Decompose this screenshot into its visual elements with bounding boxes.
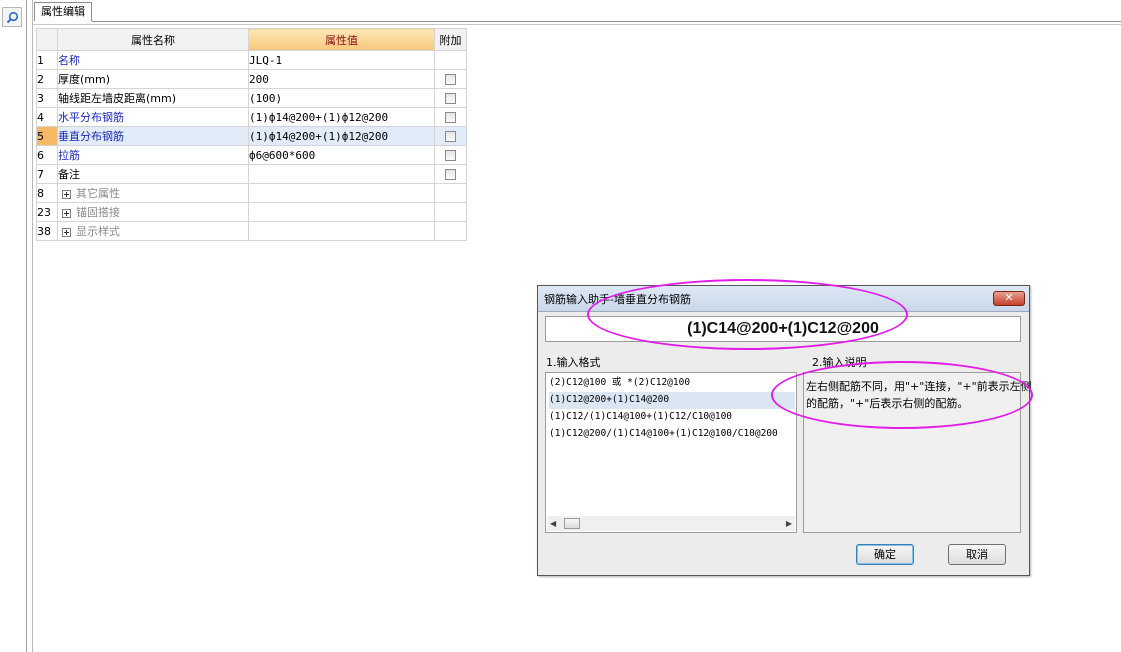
row-add [434,145,467,165]
rebar-input-dialog: 钢筋输入助手-墙垂直分布钢筋 ✕ (1)C14@200+(1)C12@200 1… [537,285,1032,576]
row-number: 4 [36,107,58,127]
row-value[interactable]: 200 [248,69,435,89]
row-value [248,221,435,241]
row-number: 6 [36,145,58,165]
table-row[interactable]: 6 拉筋 ф6@600*600 [36,145,467,165]
description-box: 左右侧配筋不同，用"+"连接，"+"前表示左侧的配筋，"+"后表示右侧的配筋。 [803,372,1032,533]
group-label: 其它属性 [76,187,120,200]
dialog-titlebar[interactable]: 钢筋输入助手-墙垂直分布钢筋 ✕ [538,286,1029,312]
cancel-button[interactable]: 取消 [948,544,1006,565]
row-add [434,126,467,146]
row-value [248,202,435,222]
table-row-group[interactable]: 8 其它属性 [36,183,467,203]
scroll-right-icon[interactable]: ▶ [786,519,792,528]
header-num [36,28,58,51]
row-number: 23 [36,202,58,222]
row-value[interactable]: (100) [248,88,435,108]
tab-property-edit[interactable]: 属性编辑 [34,2,92,21]
expand-icon[interactable] [62,189,71,199]
group-label: 锚固搭接 [76,206,120,219]
header-name[interactable]: 属性名称 [57,28,249,51]
row-number: 8 [36,183,58,203]
format-section-label: 1.输入格式 [546,356,601,369]
row-number: 7 [36,164,58,184]
row-name: 轴线距左墙皮距离(mm) [57,88,249,108]
row-add [434,50,467,70]
row-number: 3 [36,88,58,108]
row-name: 拉筋 [57,145,249,165]
list-item[interactable]: (1)C12/(1)C14@100+(1)C12/C10@100 [549,409,732,426]
row-value [248,183,435,203]
dialog-title: 钢筋输入助手-墙垂直分布钢筋 [544,293,691,306]
row-add [434,164,467,184]
tab-divider [92,21,1121,22]
list-item[interactable]: (1)C12@200/(1)C14@100+(1)C12@100/C10@200 [549,426,778,443]
description-section-label: 2.输入说明 [812,356,867,369]
row-add [434,107,467,127]
scroll-thumb[interactable] [564,518,580,529]
table-row[interactable]: 3 轴线距左墙皮距离(mm) (100) [36,88,467,108]
row-group-name: 显示样式 [57,221,249,241]
row-name: 厚度(mm) [57,69,249,89]
row-name: 垂直分布钢筋 [57,126,249,146]
row-name: 名称 [57,50,249,70]
row-value[interactable]: (1)ф14@200+(1)ф12@200 [248,126,435,146]
description-text: 左右侧配筋不同，用"+"连接，"+"前表示左侧的配筋，"+"后表示右侧的配筋。 [806,380,1032,410]
table-row[interactable]: 4 水平分布钢筋 (1)ф14@200+(1)ф12@200 [36,107,467,127]
add-checkbox[interactable] [445,93,456,104]
header-value[interactable]: 属性值 [248,28,435,51]
row-name: 备注 [57,164,249,184]
table-row[interactable]: 1 名称 JLQ-1 [36,50,467,70]
left-toolbar [0,0,27,652]
row-number: 2 [36,69,58,89]
header-add[interactable]: 附加 [434,28,467,51]
search-icon [6,11,19,24]
property-table: 属性名称 属性值 附加 1 名称 JLQ-1 2 厚度(mm) 200 3 轴线… [36,28,467,241]
add-checkbox[interactable] [445,112,456,123]
table-row[interactable]: 7 备注 [36,164,467,184]
close-icon: ✕ [1004,291,1014,304]
row-name: 水平分布钢筋 [57,107,249,127]
scroll-left-icon[interactable]: ◀ [550,519,556,528]
row-number: 5 [36,126,58,146]
row-add [434,88,467,108]
list-item-selected[interactable]: (1)C12@200+(1)C14@200 [549,392,795,409]
add-checkbox[interactable] [445,169,456,180]
row-number: 1 [36,50,58,70]
expand-icon[interactable] [62,208,71,218]
table-row-selected[interactable]: 5 垂直分布钢筋 (1)ф14@200+(1)ф12@200 [36,126,467,146]
table-row[interactable]: 2 厚度(mm) 200 [36,69,467,89]
search-button[interactable] [2,7,22,27]
row-group-name: 其它属性 [57,183,249,203]
row-add [434,183,467,203]
row-number: 38 [36,221,58,241]
tab-divider-2 [33,24,1121,25]
ok-button[interactable]: 确定 [856,544,914,565]
list-item[interactable]: (2)C12@100 或 *(2)C12@100 [549,375,690,392]
close-button[interactable]: ✕ [993,291,1025,306]
format-list[interactable]: (2)C12@100 或 *(2)C12@100 (1)C12@200+(1)C… [545,372,797,533]
row-add [434,202,467,222]
add-checkbox[interactable] [445,74,456,85]
row-group-name: 锚固搭接 [57,202,249,222]
add-checkbox[interactable] [445,131,456,142]
rebar-result-field[interactable]: (1)C14@200+(1)C12@200 [545,316,1021,342]
row-value[interactable]: JLQ-1 [248,50,435,70]
row-value[interactable]: ф6@600*600 [248,145,435,165]
horizontal-scrollbar[interactable]: ◀ ▶ [547,516,795,531]
splitter[interactable] [32,0,33,652]
table-row-group[interactable]: 38 显示样式 [36,221,467,241]
row-add [434,221,467,241]
row-value[interactable]: (1)ф14@200+(1)ф12@200 [248,107,435,127]
row-add [434,69,467,89]
add-checkbox[interactable] [445,150,456,161]
table-row-group[interactable]: 23 锚固搭接 [36,202,467,222]
row-value[interactable] [248,164,435,184]
group-label: 显示样式 [76,225,120,238]
expand-icon[interactable] [62,227,71,237]
table-header-row: 属性名称 属性值 附加 [36,28,467,51]
